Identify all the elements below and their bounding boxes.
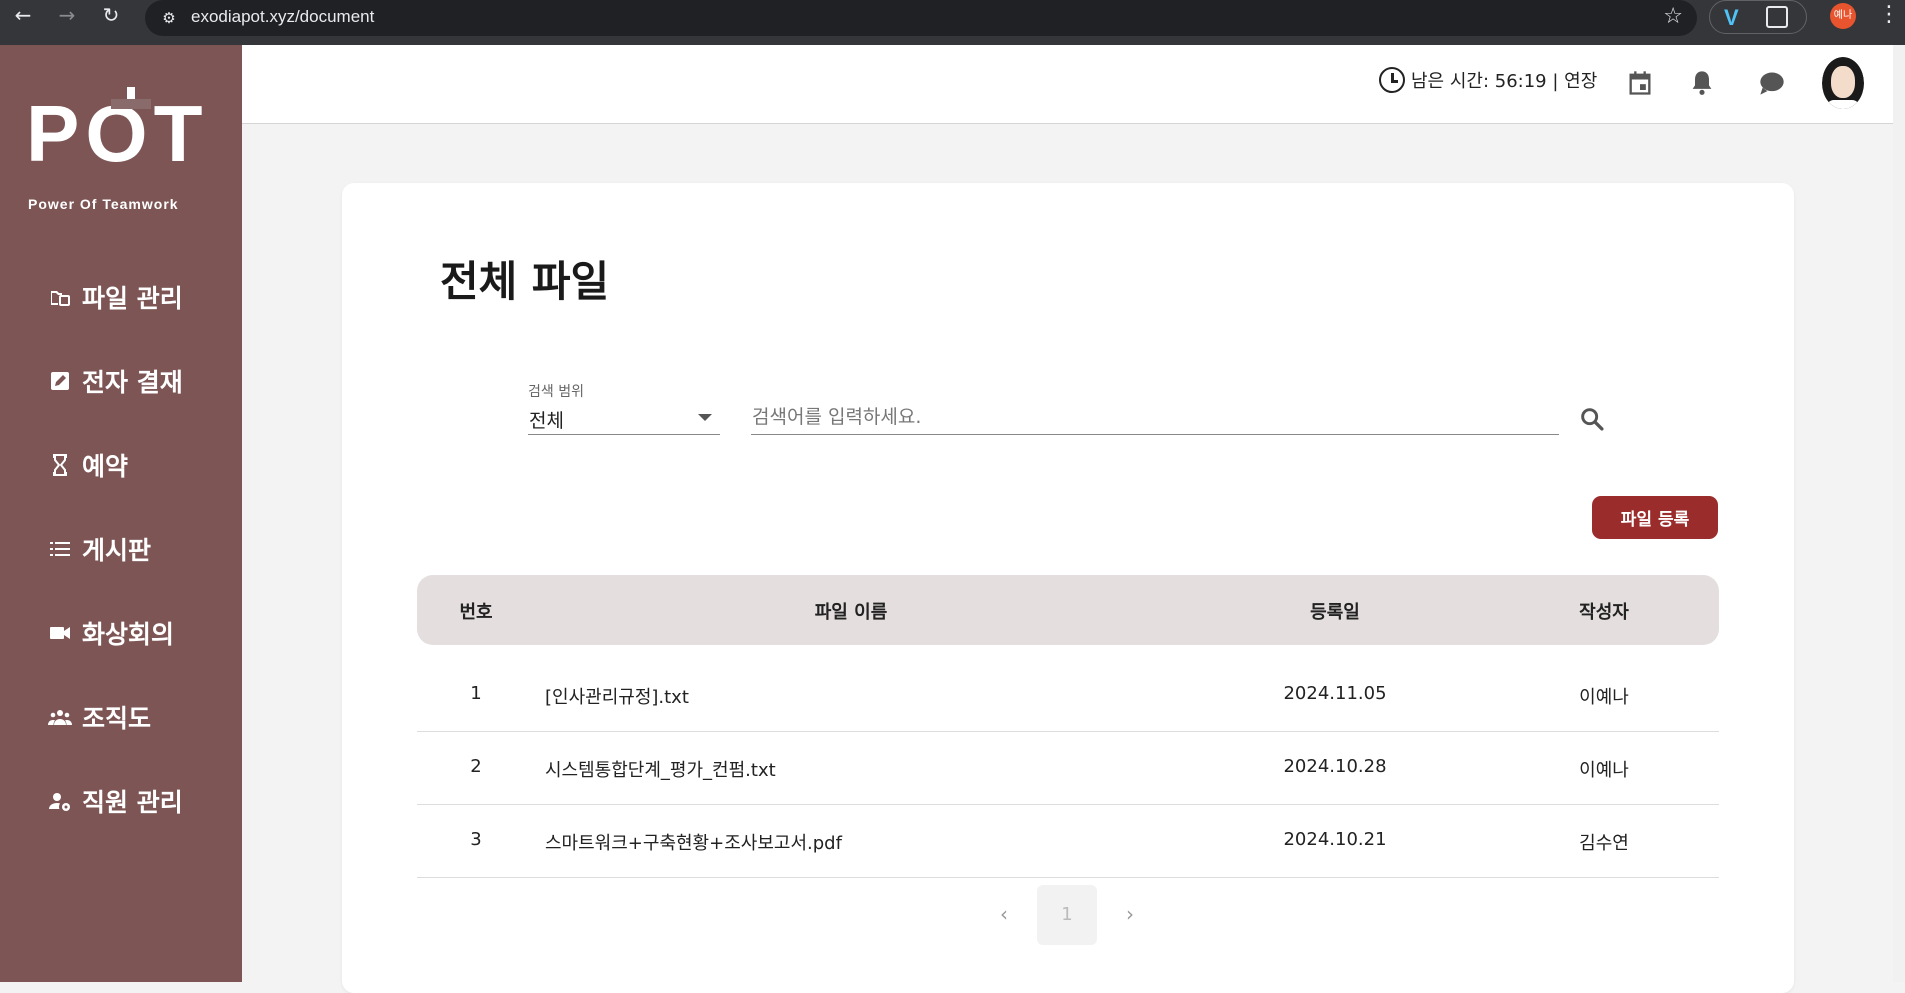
file-upload-button[interactable]: 파일 등록 xyxy=(1592,496,1718,539)
extensions-puzzle-icon[interactable] xyxy=(1766,6,1788,28)
chevron-left-icon[interactable]: ‹ xyxy=(992,902,1016,926)
people-icon xyxy=(48,710,72,725)
pot-logo[interactable]: POT Power Of Teamwork xyxy=(26,87,218,214)
url-text[interactable]: exodiapot.xyz/document xyxy=(191,7,374,27)
document-card: 전체 파일 검색 범위 전체 파일 등록 번호 파일 이름 등록일 작성자 1 … xyxy=(342,183,1794,993)
clock-icon xyxy=(1379,67,1405,93)
sidebar-item-video-meeting[interactable]: 화상회의 xyxy=(0,591,242,675)
user-avatar[interactable] xyxy=(1822,57,1864,109)
search-scope-select[interactable]: 전체 xyxy=(528,399,720,435)
avatar-face xyxy=(1831,66,1855,98)
session-timer-text[interactable]: 남은 시간: 56:19 | 연장 xyxy=(1411,67,1597,93)
sidebar-item-approval[interactable]: 전자 결재 xyxy=(0,339,242,423)
table-row[interactable]: 1 [인사관리규정].txt 2024.11.05 이예나 xyxy=(417,659,1719,732)
table-row[interactable]: 2 시스템통합단계_평가_컨펌.txt 2024.10.28 이예나 xyxy=(417,732,1719,805)
row-file-name[interactable]: [인사관리규정].txt xyxy=(545,683,689,709)
row-date: 2024.11.05 xyxy=(1283,683,1387,704)
notification-bell-icon[interactable] xyxy=(1688,69,1716,97)
forward-icon[interactable]: → xyxy=(52,0,82,30)
row-date: 2024.10.28 xyxy=(1283,756,1387,777)
site-settings-icon[interactable]: ⚙ xyxy=(157,6,181,30)
sidebar: POT Power Of Teamwork 파일 관리 전자 결재 예약 게시판… xyxy=(0,45,242,982)
chat-bubble-icon[interactable] xyxy=(1758,69,1786,97)
sidebar-item-board[interactable]: 게시판 xyxy=(0,507,242,591)
sidebar-menu: 파일 관리 전자 결재 예약 게시판 화상회의 조직도 직원 관리 xyxy=(0,255,242,843)
hourglass-icon xyxy=(53,454,67,476)
sidebar-item-label: 전자 결재 xyxy=(82,368,183,397)
column-header-author: 작성자 xyxy=(1579,602,1629,623)
file-table: 번호 파일 이름 등록일 작성자 1 [인사관리규정].txt 2024.11.… xyxy=(417,575,1719,878)
top-header: 남은 시간: 56:19 | 연장 xyxy=(242,45,1893,124)
search-scope-value[interactable]: 전체 xyxy=(529,406,564,433)
profile-avatar-chip[interactable]: 예나 xyxy=(1830,3,1856,29)
list-icon xyxy=(50,542,70,556)
browser-toolbar: ← → ↻ ⚙ exodiapot.xyz/document ☆ V 예나 ⋮ xyxy=(0,0,1905,45)
sidebar-item-label: 직원 관리 xyxy=(82,788,183,817)
page-scrollbar[interactable] xyxy=(1893,45,1905,982)
row-author: 이예나 xyxy=(1579,760,1629,781)
chevron-right-icon[interactable]: › xyxy=(1118,902,1142,926)
reload-icon[interactable]: ↻ xyxy=(96,0,126,30)
column-header-number: 번호 xyxy=(459,602,493,623)
sidebar-item-org-chart[interactable]: 조직도 xyxy=(0,675,242,759)
search-icon[interactable] xyxy=(1578,405,1606,433)
session-timer[interactable]: 남은 시간: 56:19 | 연장 xyxy=(1379,67,1597,93)
row-date: 2024.10.21 xyxy=(1283,829,1387,850)
bookmark-star-icon[interactable]: ☆ xyxy=(1663,4,1683,29)
sidebar-item-label: 예약 xyxy=(82,452,129,481)
calendar-icon[interactable] xyxy=(1626,69,1654,97)
browser-menu-icon[interactable]: ⋮ xyxy=(1878,2,1900,27)
page-title: 전체 파일 xyxy=(440,257,610,306)
search-input[interactable] xyxy=(751,399,1559,435)
table-header: 번호 파일 이름 등록일 작성자 xyxy=(417,575,1719,645)
pagination: ‹ 1 › xyxy=(992,885,1172,945)
table-row[interactable]: 3 스마트워크+구축현황+조사보고서.pdf 2024.10.21 김수연 xyxy=(417,805,1719,878)
sidebar-item-reservation[interactable]: 예약 xyxy=(0,423,242,507)
sidebar-item-employee-management[interactable]: 직원 관리 xyxy=(0,759,242,843)
row-author: 이예나 xyxy=(1579,687,1629,708)
search-scope-label: 검색 범위 xyxy=(528,384,584,400)
back-icon[interactable]: ← xyxy=(8,0,38,30)
row-author: 김수연 xyxy=(1579,833,1629,854)
address-bar[interactable]: ⚙ exodiapot.xyz/document ☆ xyxy=(145,0,1697,36)
sidebar-item-label: 파일 관리 xyxy=(82,284,183,313)
manage-account-icon xyxy=(49,793,70,811)
vue-devtools-icon[interactable]: V xyxy=(1724,5,1739,31)
extensions-area: V xyxy=(1709,0,1807,34)
folder-icon xyxy=(51,291,70,306)
row-number: 3 xyxy=(470,829,482,850)
sidebar-item-file-management[interactable]: 파일 관리 xyxy=(0,255,242,339)
column-header-date: 등록일 xyxy=(1310,602,1360,623)
page-number-button[interactable]: 1 xyxy=(1037,885,1097,945)
logo-bar xyxy=(111,99,151,109)
sidebar-item-label: 조직도 xyxy=(82,704,152,733)
row-number: 1 xyxy=(470,683,482,704)
chevron-down-icon[interactable] xyxy=(698,414,712,421)
sidebar-item-label: 화상회의 xyxy=(82,620,175,649)
logo-tagline: Power Of Teamwork xyxy=(28,196,179,212)
edit-icon xyxy=(51,372,69,390)
column-header-file-name: 파일 이름 xyxy=(814,602,888,623)
row-file-name[interactable]: 시스템통합단계_평가_컨펌.txt xyxy=(545,756,776,782)
row-file-name[interactable]: 스마트워크+구축현황+조사보고서.pdf xyxy=(545,829,842,855)
sidebar-item-label: 게시판 xyxy=(82,536,152,565)
avatar-shirt xyxy=(1826,100,1860,109)
videocam-icon xyxy=(50,627,70,639)
row-number: 2 xyxy=(470,756,482,777)
